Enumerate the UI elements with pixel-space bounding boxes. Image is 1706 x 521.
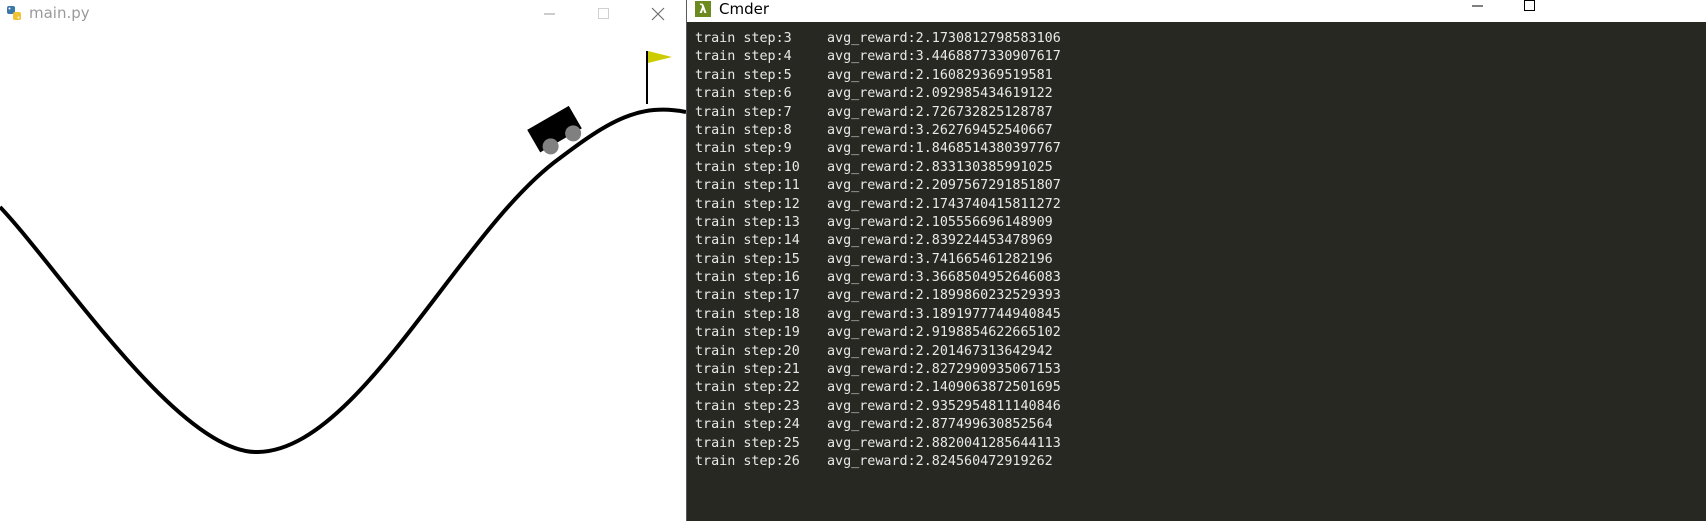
maximize-icon bbox=[1524, 0, 1535, 11]
log-line: train step:5 avg_reward:2.160829369519581 bbox=[695, 67, 1695, 85]
log-step: train step:25 bbox=[695, 435, 800, 451]
log-step: train step:4 bbox=[695, 49, 792, 65]
log-reward: avg_reward:2.2097567291851807 bbox=[827, 178, 1061, 194]
log-line: train step:10 avg_reward:2.83313038599102… bbox=[695, 159, 1695, 177]
log-step: train step:15 bbox=[695, 251, 800, 267]
log-line: train step:11 avg_reward:2.20975672918518… bbox=[695, 177, 1695, 195]
main-py-titlebar[interactable]: main.py bbox=[0, 0, 686, 30]
minimize-button[interactable] bbox=[527, 0, 573, 28]
log-step: train step:10 bbox=[695, 159, 800, 175]
window-title: main.py bbox=[29, 4, 90, 22]
log-line: train step:14 avg_reward:2.83922445347896… bbox=[695, 232, 1695, 250]
log-step: train step:21 bbox=[695, 362, 800, 378]
log-reward: avg_reward:2.726732825128787 bbox=[827, 104, 1053, 120]
log-reward: avg_reward:2.8820041285644113 bbox=[827, 435, 1061, 451]
log-line: train step:18 avg_reward:3.18919777449408… bbox=[695, 306, 1695, 324]
log-reward: avg_reward:2.877499630852564 bbox=[827, 417, 1053, 433]
log-line: train step:21 avg_reward:2.82729909350671… bbox=[695, 361, 1695, 379]
mountain-car bbox=[527, 105, 582, 155]
log-reward: avg_reward:2.8272990935067153 bbox=[827, 362, 1061, 378]
maximize-button[interactable] bbox=[1507, 0, 1553, 16]
log-step: train step:22 bbox=[695, 380, 800, 396]
log-reward: avg_reward:2.824560472919262 bbox=[827, 453, 1053, 469]
log-line: train step:7 avg_reward:2.726732825128787 bbox=[695, 104, 1695, 122]
log-step: train step:3 bbox=[695, 31, 792, 46]
log-reward: avg_reward:2.9352954811140846 bbox=[827, 398, 1061, 414]
log-reward: avg_reward:3.3668504952646083 bbox=[827, 270, 1061, 286]
log-step: train step:11 bbox=[695, 178, 800, 194]
log-reward: avg_reward:3.262769452540667 bbox=[827, 122, 1053, 138]
log-step: train step:26 bbox=[695, 453, 800, 469]
close-icon bbox=[651, 7, 665, 21]
log-step: train step:16 bbox=[695, 270, 800, 286]
log-line: train step:6 avg_reward:2.092985434619122 bbox=[695, 85, 1695, 103]
log-reward: avg_reward:2.839224453478969 bbox=[827, 233, 1053, 249]
log-step: train step:20 bbox=[695, 343, 800, 359]
log-step: train step:14 bbox=[695, 233, 800, 249]
log-reward: avg_reward:2.833130385991025 bbox=[827, 159, 1053, 175]
log-line: train step:25 avg_reward:2.88200412856441… bbox=[695, 435, 1695, 453]
log-reward: avg_reward:2.1409063872501695 bbox=[827, 380, 1061, 396]
log-line: train step:19 avg_reward:2.91988546226651… bbox=[695, 324, 1695, 342]
log-step: train step:24 bbox=[695, 417, 800, 433]
minimize-icon bbox=[544, 13, 555, 15]
log-line: train step:23 avg_reward:2.93529548111408… bbox=[695, 398, 1695, 416]
minimize-icon bbox=[1472, 5, 1483, 7]
maximize-button[interactable] bbox=[581, 0, 627, 28]
log-line: train step:20 avg_reward:2.20146731364294… bbox=[695, 343, 1695, 361]
console-output[interactable]: train step:3 avg_reward:2.173081279858310… bbox=[695, 30, 1695, 471]
log-line: train step:4 avg_reward:3.446887733090761… bbox=[695, 48, 1695, 66]
log-line: train step:15 avg_reward:3.74166546128219… bbox=[695, 251, 1695, 269]
log-reward: avg_reward:2.1730812798583106 bbox=[827, 31, 1061, 46]
close-button[interactable] bbox=[635, 0, 681, 28]
minimize-button[interactable] bbox=[1455, 0, 1501, 16]
log-step: train step:23 bbox=[695, 398, 800, 414]
log-step: train step:19 bbox=[695, 325, 800, 341]
maximize-icon bbox=[598, 8, 609, 19]
log-line: train step:26 avg_reward:2.82456047291926… bbox=[695, 453, 1695, 471]
log-step: train step:17 bbox=[695, 288, 800, 304]
log-reward: avg_reward:2.1899860232529393 bbox=[827, 288, 1061, 304]
window-title: Cmder bbox=[719, 0, 770, 18]
log-reward: avg_reward:1.8468514380397767 bbox=[827, 141, 1061, 157]
lambda-icon: λ bbox=[695, 1, 711, 17]
log-line: train step:9 avg_reward:1.846851438039776… bbox=[695, 140, 1695, 158]
log-step: train step:7 bbox=[695, 104, 792, 120]
log-step: train step:12 bbox=[695, 196, 800, 212]
log-reward: avg_reward:3.1891977744940845 bbox=[827, 306, 1061, 322]
log-reward: avg_reward:2.105556696148909 bbox=[827, 214, 1053, 230]
log-reward: avg_reward:3.4468877330907617 bbox=[827, 49, 1061, 65]
log-line: train step:8 avg_reward:3.262769452540667 bbox=[695, 122, 1695, 140]
log-step: train step:13 bbox=[695, 214, 800, 230]
log-step: train step:6 bbox=[695, 86, 792, 102]
log-reward: avg_reward:2.9198854622665102 bbox=[827, 325, 1061, 341]
log-line: train step:16 avg_reward:3.36685049526460… bbox=[695, 269, 1695, 287]
log-line: train step:24 avg_reward:2.87749963085256… bbox=[695, 416, 1695, 434]
cmder-window: λ Cmder train step:3 avg_reward:2.1730812… bbox=[686, 0, 1706, 521]
log-reward: avg_reward:2.201467313642942 bbox=[827, 343, 1053, 359]
log-reward: avg_reward:2.160829369519581 bbox=[827, 67, 1053, 83]
mountain-track bbox=[0, 107, 686, 455]
log-line: train step:12 avg_reward:2.17437404158112… bbox=[695, 196, 1695, 214]
log-step: train step:5 bbox=[695, 67, 792, 83]
flag-icon bbox=[648, 51, 672, 63]
log-line: train step:13 avg_reward:2.10555669614890… bbox=[695, 214, 1695, 232]
log-line: train step:22 avg_reward:2.14090638725016… bbox=[695, 379, 1695, 397]
log-line: train step:3 avg_reward:2.173081279858310… bbox=[695, 30, 1695, 48]
mountain-car-scene bbox=[0, 51, 686, 455]
cmder-titlebar[interactable]: λ Cmder bbox=[687, 0, 1706, 22]
main-py-window: main.py bbox=[0, 0, 686, 521]
log-reward: avg_reward:2.1743740415811272 bbox=[827, 196, 1061, 212]
log-reward: avg_reward:2.092985434619122 bbox=[827, 86, 1053, 102]
log-step: train step:9 bbox=[695, 141, 792, 157]
log-step: train step:8 bbox=[695, 122, 792, 138]
log-reward: avg_reward:3.741665461282196 bbox=[827, 251, 1053, 267]
log-line: train step:17 avg_reward:2.18998602325293… bbox=[695, 287, 1695, 305]
python-icon bbox=[6, 5, 22, 21]
log-step: train step:18 bbox=[695, 306, 800, 322]
